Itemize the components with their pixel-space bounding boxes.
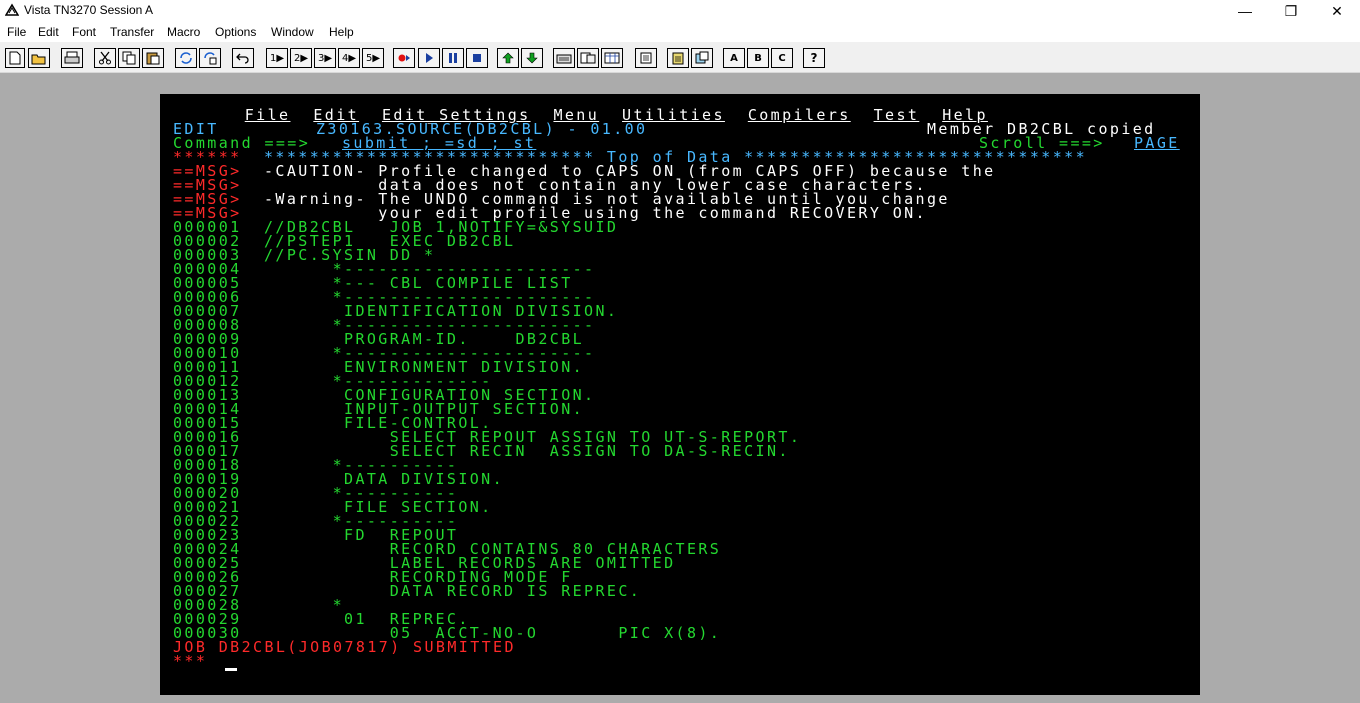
- job-submitted-message: JOB DB2CBL(JOB07817) SUBMITTED: [173, 638, 516, 656]
- cut-icon[interactable]: [94, 48, 116, 68]
- macro-key-4-button[interactable]: 4 ▶: [338, 48, 360, 68]
- macro-key-3-button[interactable]: 3 ▶: [314, 48, 336, 68]
- ispf-menu-bar: File Edit Edit_Settings Menu Utilities C…: [199, 94, 988, 123]
- help-button[interactable]: ?: [803, 48, 825, 68]
- menu-window[interactable]: Window: [271, 25, 314, 39]
- button-c[interactable]: C: [771, 48, 793, 68]
- macro-key-2-button[interactable]: 2 ▶: [290, 48, 312, 68]
- window-title: Vista TN3270 Session A: [24, 3, 153, 17]
- copy-icon[interactable]: [118, 48, 140, 68]
- arrow-up-icon[interactable]: [497, 48, 519, 68]
- menu-file[interactable]: File: [7, 25, 26, 39]
- menu-help[interactable]: Help: [329, 25, 354, 39]
- button-a[interactable]: A: [723, 48, 745, 68]
- print-icon[interactable]: [61, 48, 83, 68]
- macro-key-3-label: 3: [317, 52, 325, 64]
- capture-icon[interactable]: [635, 48, 657, 68]
- app-icon: [5, 3, 19, 16]
- arrow-down-icon[interactable]: [521, 48, 543, 68]
- open-folder-icon[interactable]: [28, 48, 50, 68]
- new-icon[interactable]: [5, 48, 25, 68]
- reconnect-icon[interactable]: [199, 48, 221, 68]
- menu-macro[interactable]: Macro: [167, 25, 200, 39]
- undo-icon[interactable]: [232, 48, 254, 68]
- title-bar: Vista TN3270 Session A — ❐ ✕: [0, 0, 1360, 22]
- menu-bar: File Edit Font Transfer Macro Options Wi…: [0, 22, 1360, 42]
- pause-icon[interactable]: [442, 48, 464, 68]
- screen-copy-icon[interactable]: [577, 48, 599, 68]
- prompt: ***: [173, 652, 208, 670]
- settings-grid-icon[interactable]: [601, 48, 623, 68]
- scroll-input[interactable]: PAGE: [1134, 136, 1180, 151]
- macro-key-4-label: 4: [341, 52, 349, 64]
- macro-key-5-label: 5: [365, 52, 373, 64]
- cursor: [225, 668, 237, 671]
- menu-transfer[interactable]: Transfer: [110, 25, 154, 39]
- macro-key-5-button[interactable]: 5 ▶: [362, 48, 384, 68]
- keyboard-icon[interactable]: [553, 48, 575, 68]
- macro-key-1-button[interactable]: 1 ▶: [266, 48, 288, 68]
- button-b[interactable]: B: [747, 48, 769, 68]
- record-icon[interactable]: [393, 48, 415, 68]
- paste-icon[interactable]: [142, 48, 164, 68]
- ispf-menu-test[interactable]: Test: [874, 106, 920, 124]
- close-button[interactable]: ✕: [1314, 0, 1360, 22]
- ispf-menu-file[interactable]: File: [245, 106, 291, 124]
- clipboard-icon[interactable]: [667, 48, 689, 68]
- play-icon[interactable]: [418, 48, 440, 68]
- minimize-button[interactable]: —: [1222, 0, 1268, 22]
- macro-key-1-label: 1: [269, 52, 277, 64]
- menu-edit[interactable]: Edit: [38, 25, 59, 39]
- toolbar: 1 ▶ 2 ▶ 3 ▶ 4 ▶ 5 ▶ A B C ?: [0, 42, 1360, 73]
- maximize-button[interactable]: ❐: [1268, 0, 1314, 22]
- terminal-screen[interactable]: File Edit Edit_Settings Menu Utilities C…: [160, 94, 1200, 695]
- refresh-icon[interactable]: [175, 48, 197, 68]
- transfer-icon[interactable]: [691, 48, 713, 68]
- ispf-menu-compilers[interactable]: Compilers: [748, 106, 851, 124]
- menu-options[interactable]: Options: [215, 25, 256, 39]
- macro-key-2-label: 2: [293, 52, 301, 64]
- menu-font[interactable]: Font: [72, 25, 96, 39]
- stop-icon[interactable]: [466, 48, 488, 68]
